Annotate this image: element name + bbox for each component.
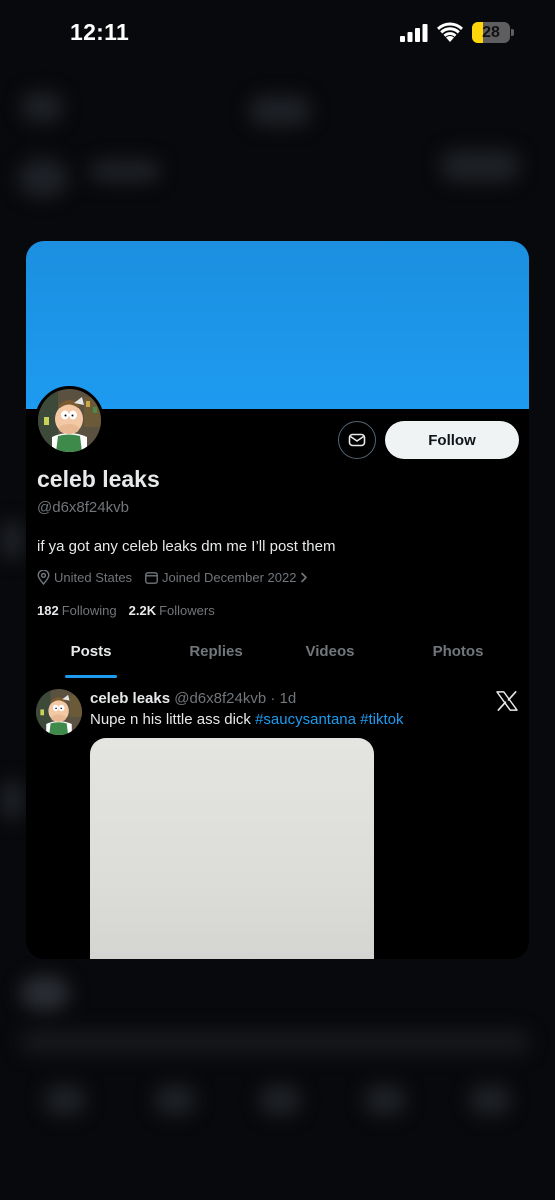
hashtag-link[interactable]: #saucysantana [255, 711, 356, 728]
calendar-icon [145, 571, 158, 584]
post-body: Nupe n his little ass dick [90, 711, 251, 728]
profile-display-name: celeb leaks [37, 466, 160, 492]
profile-bio: if ya got any celeb leaks dm me I’ll pos… [37, 538, 336, 555]
bg-bar [20, 1030, 530, 1054]
tab-posts[interactable]: Posts [54, 634, 128, 678]
followers-count: 2.2K [128, 603, 157, 618]
bg-tab-icon [365, 1085, 405, 1115]
joined-item[interactable]: Joined December 2022 [145, 570, 308, 585]
cartoon-character-avatar-icon [38, 389, 101, 452]
location-item: United States [37, 569, 133, 585]
followers-stat[interactable]: 2.2K Followers [129, 603, 215, 618]
cellular-signal-icon [400, 24, 428, 42]
post-separator: · [270, 690, 276, 707]
battery-icon: 28 [472, 22, 514, 43]
cartoon-character-avatar-icon [36, 689, 82, 735]
status-time: 12:11 [70, 19, 130, 45]
profile-meta: United States Joined December 2022 [37, 568, 321, 586]
location-pin-icon [37, 569, 50, 585]
tab-photos[interactable]: Photos [419, 634, 497, 678]
bg-follow-button [440, 150, 520, 182]
x-logo-icon [496, 691, 518, 711]
bg-back-icon [22, 92, 62, 122]
hashtag-link[interactable]: #tiktok [360, 711, 403, 728]
status-bar: 12:11 28 [0, 0, 555, 66]
tab-replies[interactable]: Replies [176, 634, 256, 678]
profile-avatar[interactable] [35, 386, 104, 455]
battery-percent: 28 [482, 24, 500, 41]
envelope-icon [348, 433, 366, 447]
post-text: Nupe n his little ass dick #saucysantana… [90, 711, 404, 728]
post-author-avatar[interactable] [36, 689, 82, 735]
profile-tabs: Posts Replies Videos Photos [26, 634, 529, 678]
profile-card: Follow celeb leaks @d6x8f24kvb if ya got… [26, 241, 529, 959]
following-stat[interactable]: 182 Following [37, 603, 117, 618]
battery-body: 28 [472, 22, 510, 43]
bg-tab-icon [155, 1085, 195, 1115]
chevron-right-icon [301, 572, 308, 582]
joined-text: Joined December 2022 [162, 569, 297, 585]
post-media[interactable] [90, 738, 374, 959]
follow-stats: 182 Following 2.2K Followers [37, 603, 227, 618]
follow-button[interactable]: Follow [385, 421, 519, 459]
location-text: United States [54, 569, 133, 585]
post-timestamp[interactable]: 1d [280, 690, 297, 707]
post-author-name[interactable]: celeb leaks [90, 690, 170, 707]
bg-avatar [18, 158, 68, 198]
bg-avatar [20, 975, 70, 1011]
wifi-icon [437, 22, 463, 42]
following-count: 182 [37, 603, 59, 618]
following-label: Following [61, 603, 117, 618]
bg-title [250, 96, 310, 126]
bg-edge [0, 780, 24, 820]
profile-handle: @d6x8f24kvb [37, 499, 129, 516]
bg-edge [0, 520, 24, 560]
battery-tip [511, 29, 514, 36]
message-button[interactable] [338, 421, 376, 459]
bg-tab-icon [260, 1085, 300, 1115]
bg-tab-icon [45, 1085, 85, 1115]
profile-banner [26, 241, 529, 409]
active-tab-indicator [65, 675, 117, 678]
followers-label: Followers [159, 603, 215, 618]
post-header: celeb leaks @d6x8f24kvb · 1d [90, 690, 296, 707]
post-author-handle[interactable]: @d6x8f24kvb [174, 690, 266, 707]
bg-tab-icon [470, 1085, 510, 1115]
bg-name [90, 160, 160, 182]
tab-videos[interactable]: Videos [292, 634, 368, 678]
